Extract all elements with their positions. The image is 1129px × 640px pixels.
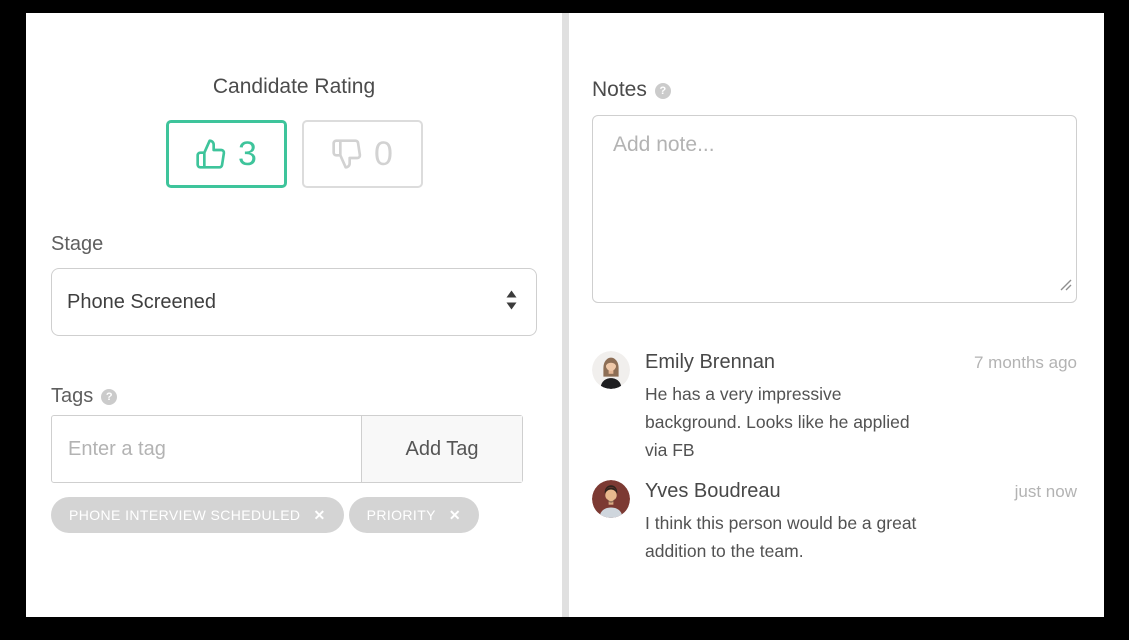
comment-header: Emily Brennan 7 months ago	[645, 349, 1077, 376]
tag-input[interactable]	[52, 416, 361, 482]
thumbs-up-icon	[195, 138, 227, 170]
candidate-rating-panel: Candidate Rating 3 0 Stage	[26, 13, 562, 617]
comments-list: Emily Brennan 7 months ago He has a very…	[592, 349, 1077, 565]
tags-label: Tags	[51, 385, 93, 407]
candidate-card: Candidate Rating 3 0 Stage	[26, 13, 1104, 617]
tag-entry-row: Add Tag	[51, 415, 523, 483]
comment-timestamp: just now	[1015, 479, 1077, 505]
thumbs-down-icon	[331, 138, 363, 170]
notes-label-row: Notes?	[592, 77, 1077, 103]
emily-brennan-avatar	[592, 351, 630, 389]
tags-label-row: Tags?	[51, 383, 537, 409]
comment: Emily Brennan 7 months ago He has a very…	[592, 349, 1077, 464]
thumbs-up-count: 3	[238, 137, 257, 171]
tag-remove-icon[interactable]: ✕	[313, 508, 325, 522]
select-arrows-icon	[505, 289, 518, 316]
note-textarea[interactable]	[592, 115, 1077, 303]
tag-pill-label: PRIORITY	[367, 507, 436, 523]
add-tag-button[interactable]: Add Tag	[361, 416, 522, 482]
stage-label: Stage	[51, 231, 537, 257]
comment-header: Yves Boudreau just now	[645, 478, 1077, 505]
thumbs-down-button[interactable]: 0	[302, 120, 423, 188]
tag-pills: PHONE INTERVIEW SCHEDULED ✕ PRIORITY ✕	[51, 497, 537, 533]
tag-pill: PRIORITY ✕	[349, 497, 479, 533]
rating-buttons: 3 0	[51, 120, 537, 188]
tags-help-icon[interactable]: ?	[101, 389, 117, 405]
thumbs-down-count: 0	[374, 137, 393, 171]
tag-remove-icon[interactable]: ✕	[449, 508, 461, 522]
resize-handle-icon[interactable]	[1059, 278, 1072, 296]
comment-content: Yves Boudreau just now I think this pers…	[645, 478, 1077, 565]
comment-body: He has a very impressive background. Loo…	[645, 380, 927, 464]
candidate-rating-title: Candidate Rating	[51, 74, 537, 100]
tag-pill-label: PHONE INTERVIEW SCHEDULED	[69, 507, 300, 523]
stage-selected-value: Phone Screened	[67, 291, 216, 314]
stage-select[interactable]: Phone Screened	[51, 268, 537, 336]
panel-divider	[562, 13, 569, 617]
notes-panel: Notes?	[569, 13, 1104, 617]
comment: Yves Boudreau just now I think this pers…	[592, 478, 1077, 565]
yves-boudreau-avatar	[592, 480, 630, 518]
note-box	[592, 115, 1077, 303]
notes-label: Notes	[592, 78, 647, 101]
comment-author: Yves Boudreau	[645, 478, 781, 504]
comment-body: I think this person would be a great add…	[645, 509, 927, 565]
comment-content: Emily Brennan 7 months ago He has a very…	[645, 349, 1077, 464]
tag-pill: PHONE INTERVIEW SCHEDULED ✕	[51, 497, 344, 533]
notes-help-icon[interactable]: ?	[655, 83, 671, 99]
comment-timestamp: 7 months ago	[974, 350, 1077, 376]
comment-author: Emily Brennan	[645, 349, 775, 375]
thumbs-up-button[interactable]: 3	[166, 120, 287, 188]
